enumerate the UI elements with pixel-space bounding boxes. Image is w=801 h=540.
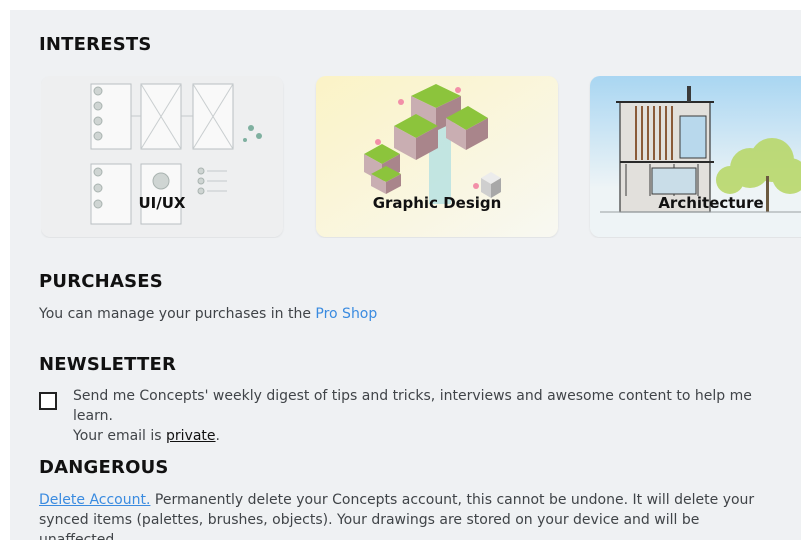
- newsletter-email-suffix: .: [215, 428, 220, 444]
- interest-card-graphic-design[interactable]: Graphic Design: [316, 76, 558, 237]
- dangerous-text: Delete Account. Permanently delete your …: [39, 490, 779, 540]
- newsletter-heading: NEWSLETTER: [39, 354, 177, 375]
- graphic-design-isometric-illustration: [316, 76, 558, 237]
- purchases-text: You can manage your purchases in the Pro…: [39, 304, 377, 324]
- newsletter-checkbox[interactable]: [39, 392, 57, 410]
- architecture-building-illustration: [590, 76, 801, 237]
- ui-ux-wireframe-illustration: [41, 76, 283, 237]
- purchases-description: You can manage your purchases in the: [39, 306, 316, 322]
- interest-card-architecture[interactable]: Architecture: [590, 76, 801, 237]
- interest-card-label: Graphic Design: [372, 194, 502, 212]
- pro-shop-link[interactable]: Pro Shop: [315, 306, 377, 322]
- dangerous-heading: DANGEROUS: [39, 457, 169, 478]
- settings-panel: INTERESTS UI/UX Graphic Design Architect…: [10, 10, 801, 540]
- purchases-heading: PURCHASES: [39, 271, 163, 292]
- interest-card-label: UI/UX: [138, 194, 186, 212]
- interest-card-ui-ux[interactable]: UI/UX: [41, 76, 283, 237]
- newsletter-email-prefix: Your email is: [73, 428, 167, 444]
- newsletter-description: Send me Concepts' weekly digest of tips …: [73, 386, 783, 446]
- delete-account-link[interactable]: Delete Account.: [39, 492, 150, 508]
- interests-heading: INTERESTS: [39, 34, 152, 55]
- interest-card-label: Architecture: [658, 194, 764, 212]
- privacy-link[interactable]: private: [166, 428, 216, 444]
- newsletter-line-1: Send me Concepts' weekly digest of tips …: [73, 388, 752, 424]
- interests-carousel: UI/UX Graphic Design Architecture: [41, 76, 801, 238]
